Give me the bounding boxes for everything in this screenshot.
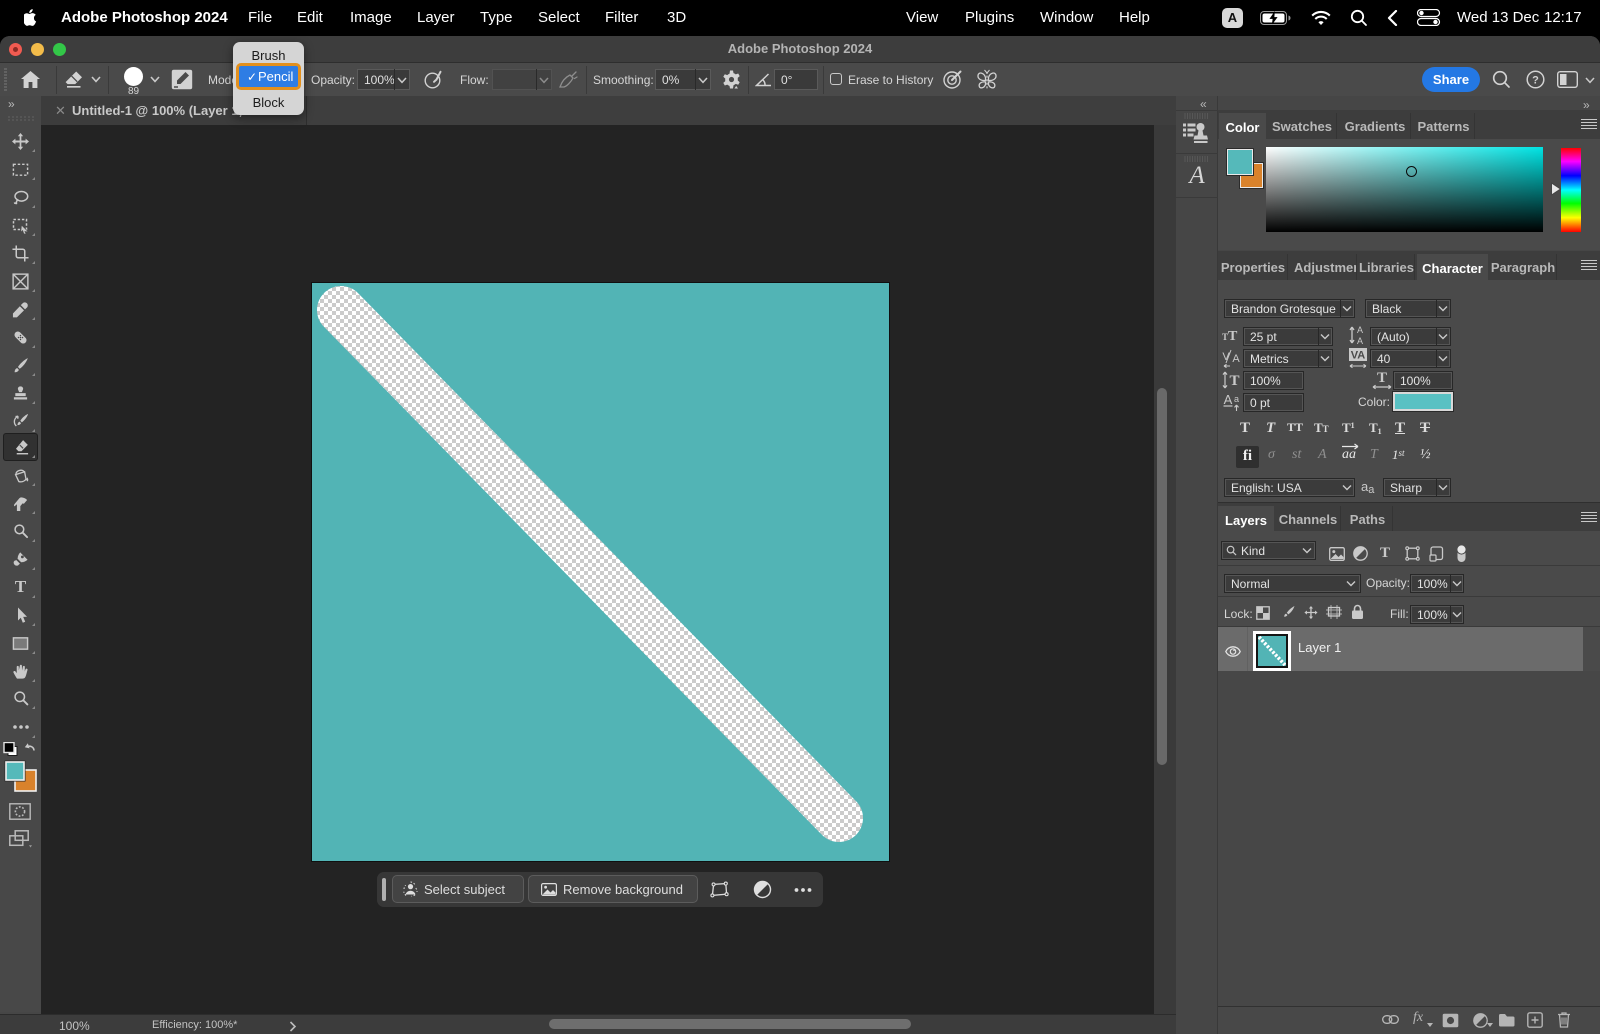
svg-text:?: ? (1532, 75, 1539, 87)
svg-text:A: A (1232, 353, 1240, 365)
svg-text:T: T (1377, 370, 1387, 386)
svg-text:A: A (1357, 325, 1363, 335)
svg-text:T: T (1229, 373, 1239, 389)
svg-text:A: A (1357, 336, 1363, 346)
svg-text:VA: VA (1351, 350, 1366, 362)
svg-text:a: a (1234, 394, 1239, 404)
svg-text:A: A (1224, 392, 1233, 407)
